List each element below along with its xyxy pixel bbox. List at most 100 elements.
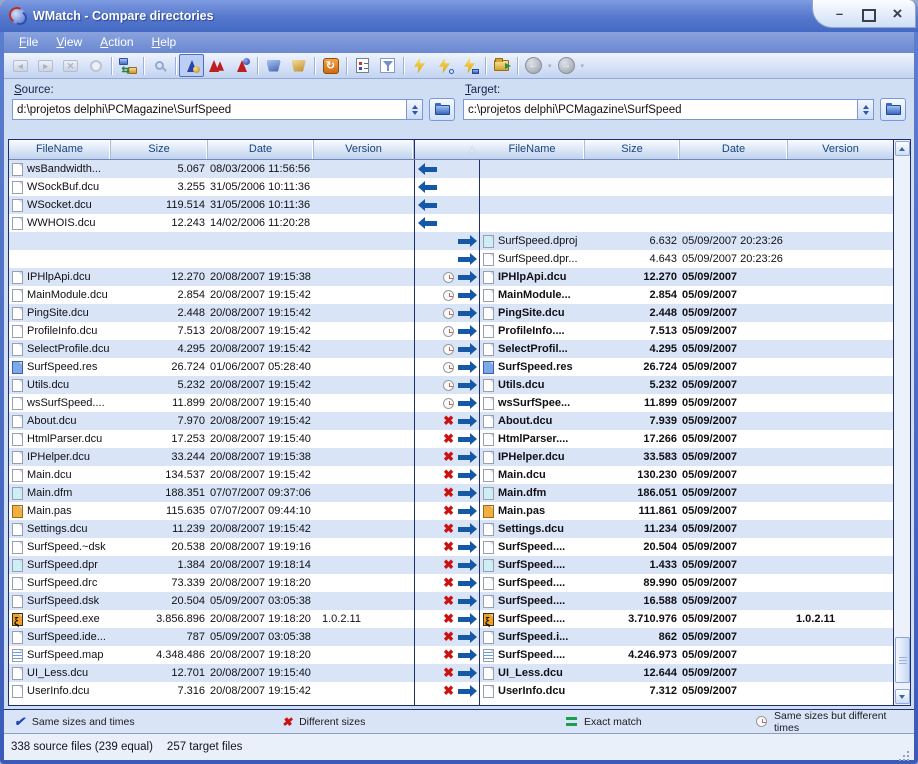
table-row[interactable]: ProfileInfo.dcu7.51320/08/2007 19:15:42P…: [9, 322, 893, 340]
report-button[interactable]: [350, 54, 375, 77]
menu-file[interactable]: File: [10, 32, 47, 53]
delete-file-button[interactable]: ✕: [58, 54, 83, 77]
table-row[interactable]: Main.pas115.63507/07/2007 09:44:10Main.p…: [9, 502, 893, 520]
open-folder-button[interactable]: [489, 54, 514, 77]
arrow-right-icon: [458, 581, 470, 586]
sync-preview-button[interactable]: [432, 54, 457, 77]
table-row[interactable]: IPHelper.dcu33.24420/08/2007 19:15:38IPH…: [9, 448, 893, 466]
table-row[interactable]: SurfSpeed.~dsk20.53820/08/2007 19:19:16S…: [9, 538, 893, 556]
maximize-button[interactable]: [855, 4, 882, 24]
sort-ascending-icon: △: [468, 145, 476, 155]
menu-action[interactable]: Action: [91, 32, 142, 53]
table-row[interactable]: UI_Less.dcu12.70120/08/2007 19:15:40UI_L…: [9, 664, 893, 682]
table-row[interactable]: Main.dfm188.35107/07/2007 09:37:06Main.d…: [9, 484, 893, 502]
scroll-thumb[interactable]: [895, 637, 910, 683]
copy-arrow-button[interactable]: ▸: [33, 54, 58, 77]
left-filename: wsBandwidth...: [27, 160, 101, 178]
source-path-combo[interactable]: d:\projetos delphi\PCMagazine\SurfSpeed: [12, 99, 423, 120]
right-filename-cell: Main.dfm: [480, 484, 585, 502]
table-row[interactable]: SurfSpeed.drc73.33920/08/2007 19:18:20Su…: [9, 574, 893, 592]
source-bucket-button[interactable]: [261, 54, 286, 77]
minimize-button[interactable]: [826, 4, 853, 24]
table-row[interactable]: About.dcu7.97020/08/2007 19:15:42About.d…: [9, 412, 893, 430]
preview-button[interactable]: [147, 54, 172, 77]
forward-dropdown-icon[interactable]: ▾: [581, 62, 585, 70]
header-right-filename[interactable]: FileName: [480, 140, 585, 159]
table-row[interactable]: IPHlpApi.dcu12.27020/08/2007 19:15:38IPH…: [9, 268, 893, 286]
table-row[interactable]: wsBandwidth...5.06708/03/2006 11:56:56: [9, 160, 893, 178]
forward-button[interactable]: →: [554, 54, 579, 77]
sync-button[interactable]: [407, 54, 432, 77]
menu-help[interactable]: Help: [143, 32, 186, 53]
header-right-size[interactable]: Size: [585, 140, 680, 159]
header-right-date[interactable]: Date: [680, 140, 788, 159]
table-row[interactable]: MainModule.dcu2.85420/08/2007 19:15:42Ma…: [9, 286, 893, 304]
show-orphan-files-button[interactable]: [229, 54, 254, 77]
table-row[interactable]: SurfSpeed.dpr1.38420/08/2007 19:18:14Sur…: [9, 556, 893, 574]
right-date-cell: 05/09/2007: [680, 358, 788, 376]
table-row[interactable]: Settings.dcu11.23920/08/2007 19:15:42Set…: [9, 520, 893, 538]
table-row[interactable]: WSocket.dcu119.51431/05/2006 10:11:36: [9, 196, 893, 214]
table-row[interactable]: SurfSpeed.dsk20.50405/09/2007 03:05:38Su…: [9, 592, 893, 610]
target-path-combo[interactable]: c:\projetos delphi\PCMagazine\SurfSpeed: [463, 99, 874, 120]
table-row[interactable]: wsSurfSpeed....11.89920/08/2007 19:15:40…: [9, 394, 893, 412]
title-bar[interactable]: WMatch - Compare directories: [0, 0, 918, 32]
arrow-right-icon: [458, 599, 470, 604]
left-version-cell: [314, 286, 414, 304]
menu-view[interactable]: View: [47, 32, 91, 53]
left-filename: Settings.dcu: [27, 520, 88, 538]
left-filename-cell: HtmlParser.dcu: [9, 430, 111, 448]
target-bucket-button[interactable]: [286, 54, 311, 77]
close-button[interactable]: [884, 4, 911, 24]
right-filename-cell: SurfSpeed....: [480, 592, 585, 610]
table-row[interactable]: SurfSpeed.dpr...4.64305/09/2007 20:23:26: [9, 250, 893, 268]
header-right-version[interactable]: Version: [788, 140, 893, 159]
sync-folder-button[interactable]: [457, 54, 482, 77]
arrow-right-icon: [458, 437, 470, 442]
table-row[interactable]: SurfSpeed.dproj6.63205/09/2007 20:23:26: [9, 232, 893, 250]
right-date-cell: 05/09/2007: [680, 448, 788, 466]
swap-source-target-button[interactable]: ⇆: [115, 54, 140, 77]
filter-button[interactable]: [375, 54, 400, 77]
copy-file-button[interactable]: ◂: [8, 54, 33, 77]
table-row[interactable]: WWHOIS.dcu12.24314/02/2006 11:20:28: [9, 214, 893, 232]
right-version-cell: [788, 466, 893, 484]
source-combo-spinner[interactable]: [406, 100, 422, 119]
header-status[interactable]: △: [414, 140, 480, 159]
compare-table: FileName Size Date Version △ FileName Si…: [8, 139, 911, 706]
scroll-down-button[interactable]: [895, 689, 910, 704]
resize-grip[interactable]: [907, 751, 909, 753]
table-row[interactable]: SurfSpeed.res26.72401/06/2007 05:28:40Su…: [9, 358, 893, 376]
header-left-size[interactable]: Size: [111, 140, 208, 159]
table-row[interactable]: SelectProfile.dcu4.29520/08/2007 19:15:4…: [9, 340, 893, 358]
scroll-up-button[interactable]: [895, 141, 910, 156]
table-row[interactable]: Main.dcu134.53720/08/2007 19:15:42Main.d…: [9, 466, 893, 484]
left-size-cell: 188.351: [111, 484, 208, 502]
refresh-button[interactable]: ↻: [318, 54, 343, 77]
source-browse-button[interactable]: [429, 98, 455, 121]
table-row[interactable]: HtmlParser.dcu17.25320/08/2007 19:15:40H…: [9, 430, 893, 448]
table-row[interactable]: PingSite.dcu2.44820/08/2007 19:15:42Ping…: [9, 304, 893, 322]
table-row[interactable]: SurfSpeed.exe3.856.89620/08/2007 19:18:2…: [9, 610, 893, 628]
show-different-files-button[interactable]: [204, 54, 229, 77]
touch-time-button[interactable]: [83, 54, 108, 77]
vertical-scrollbar[interactable]: [893, 140, 910, 705]
right-date-cell: 05/09/2007: [680, 412, 788, 430]
table-row[interactable]: SurfSpeed.ide...78705/09/2007 03:05:38Su…: [9, 628, 893, 646]
right-size-cell: 3.710.976: [585, 610, 680, 628]
table-row[interactable]: Utils.dcu5.23220/08/2007 19:15:42Utils.d…: [9, 376, 893, 394]
show-equal-files-button[interactable]: [179, 54, 204, 77]
table-row[interactable]: SurfSpeed.map4.348.48620/08/2007 19:18:2…: [9, 646, 893, 664]
target-combo-spinner[interactable]: [857, 100, 873, 119]
table-row[interactable]: WSockBuf.dcu3.25531/05/2006 10:11:36: [9, 178, 893, 196]
mini-folder-icon: [472, 69, 479, 74]
header-left-filename[interactable]: FileName: [9, 140, 111, 159]
header-left-date[interactable]: Date: [208, 140, 314, 159]
arrow-left-icon: [425, 203, 437, 208]
target-browse-button[interactable]: [880, 98, 906, 121]
left-version-cell: [314, 682, 414, 700]
header-left-version[interactable]: Version: [314, 140, 414, 159]
back-dropdown-icon[interactable]: ▾: [548, 62, 552, 70]
back-button[interactable]: ←: [521, 54, 546, 77]
table-row[interactable]: UserInfo.dcu7.31620/08/2007 19:15:42User…: [9, 682, 893, 700]
